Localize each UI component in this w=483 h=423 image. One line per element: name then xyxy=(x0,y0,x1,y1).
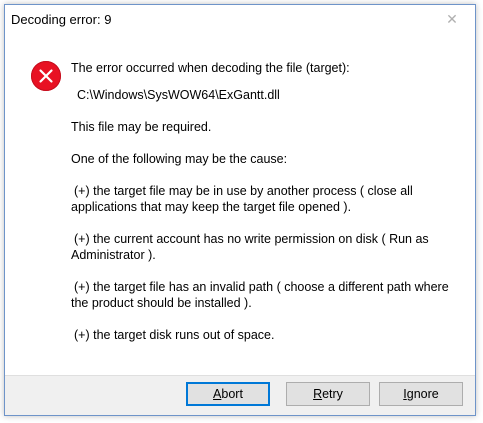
cause-text: the target disk runs out of space. xyxy=(93,328,275,342)
cause-marker: (+) xyxy=(74,280,90,294)
title-bar[interactable]: Decoding error: 9 ✕ xyxy=(5,5,475,34)
retry-label: etry xyxy=(322,387,343,401)
abort-mnemonic: A xyxy=(213,387,222,401)
file-path: C:\Windows\SysWOW64\ExGantt.dll xyxy=(77,88,280,102)
message-body: The error occurred when decoding the fil… xyxy=(71,60,467,343)
cause-item: (+) the target file may be in use by ano… xyxy=(71,183,467,215)
required-note: This file may be required. xyxy=(71,120,212,134)
abort-label: bort xyxy=(221,387,243,401)
cause-marker: (+) xyxy=(74,328,90,342)
cause-text: the current account has no write permiss… xyxy=(71,232,429,262)
ignore-label: gnore xyxy=(406,387,439,401)
cause-text: the target file may be in use by another… xyxy=(71,184,413,214)
cause-item: (+) the target file has an invalid path … xyxy=(71,279,467,311)
dialog-title: Decoding error: 9 xyxy=(11,12,112,27)
dialog-content: The error occurred when decoding the fil… xyxy=(5,34,475,375)
cause-text: the target file has an invalid path ( ch… xyxy=(71,280,449,310)
retry-mnemonic: R xyxy=(313,387,323,401)
error-dialog: Decoding error: 9 ✕ The error occurred w… xyxy=(4,4,476,416)
abort-button[interactable]: Abort xyxy=(186,382,270,406)
error-icon xyxy=(31,61,61,91)
cause-item: (+) the current account has no write per… xyxy=(71,231,467,263)
close-button[interactable]: ✕ xyxy=(429,5,475,34)
close-icon: ✕ xyxy=(446,11,458,27)
retry-button[interactable]: Retry xyxy=(286,382,370,406)
cause-item: (+) the target disk runs out of space. xyxy=(71,327,467,343)
error-message: The error occurred when decoding the fil… xyxy=(71,61,350,75)
cause-intro: One of the following may be the cause: xyxy=(71,152,288,166)
button-bar: Abort Retry Ignore xyxy=(5,375,475,415)
ignore-button[interactable]: Ignore xyxy=(379,382,463,406)
cause-marker: (+) xyxy=(74,232,90,246)
cause-marker: (+) xyxy=(74,184,90,198)
